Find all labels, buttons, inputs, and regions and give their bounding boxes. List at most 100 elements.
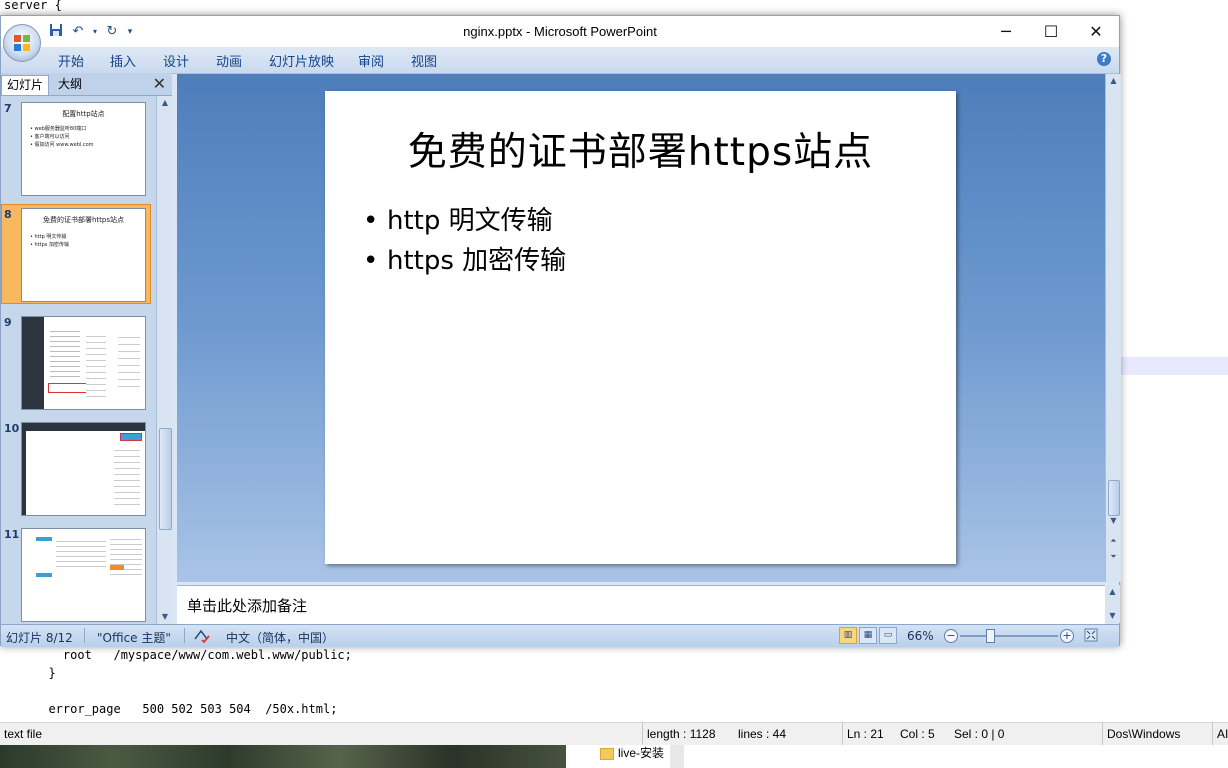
redo-icon[interactable]: ↻ [103, 23, 121, 41]
status-bar: 幻灯片 8/12 "Office 主题" 中文（简体，中国） ▥ ▦ ▭ 66%… [1, 624, 1119, 647]
code-line: } [34, 666, 56, 680]
scroll-down-icon[interactable]: ▼ [1106, 514, 1121, 528]
quick-access-toolbar: ↶ ▾ ↻ ▾ [47, 22, 135, 42]
notes-pane[interactable]: 单击此处添加备注 [177, 585, 1105, 624]
thumbnail-item[interactable]: 7 配置http站点 • web服务器监听80端口 • 客户端可以访问 • 假如… [1, 96, 156, 196]
thumbnail-number: 8 [4, 208, 12, 221]
scroll-up-icon[interactable]: ▲ [1105, 585, 1120, 599]
thumbnail-title: 配置http站点 [62, 110, 105, 118]
zoom-in-icon[interactable]: + [1060, 629, 1074, 643]
tab-home[interactable]: 开始 [58, 51, 84, 70]
pane-tabs: 幻灯片 大纲 ✕ [1, 73, 172, 96]
view-buttons: ▥ ▦ ▭ [839, 627, 897, 644]
tab-slides[interactable]: 幻灯片 [1, 75, 50, 95]
zoom-out-icon[interactable]: − [944, 629, 958, 643]
zoom-knob[interactable] [986, 629, 995, 643]
undo-dropdown-icon[interactable]: ▾ [91, 23, 99, 41]
thumbnail-number: 9 [4, 316, 12, 329]
slide-thumbnail: 免费的证书部署https站点 • http 明文传输 • https 加密传输 [21, 208, 146, 302]
encoding-indicator: AI [1212, 723, 1228, 746]
thumbnail-bullet: • web服务器监听80端口 [30, 126, 87, 132]
tab-slideshow[interactable]: 幻灯片放映 [269, 51, 334, 70]
tab-animations[interactable]: 动画 [216, 51, 242, 70]
slide-sorter-icon[interactable]: ▦ [859, 627, 877, 644]
ribbon-tabs: 开始 插入 设计 动画 幻灯片放映 审阅 视图 ? [1, 47, 1119, 74]
slide-bullet: • https 加密传输 [363, 246, 567, 276]
scroll-down-icon[interactable]: ▼ [157, 610, 173, 624]
thumbnail-item[interactable]: 10 [1, 416, 156, 516]
title-bar[interactable]: nginx.pptx - Microsoft PowerPoint ↶ ▾ ↻ … [1, 16, 1119, 47]
help-icon[interactable]: ? [1097, 52, 1111, 66]
maximize-button[interactable]: ☐ [1028, 16, 1074, 47]
thumbnail-bullet: • 客户端可以访问 [30, 134, 70, 140]
spell-check-icon[interactable] [193, 629, 211, 646]
next-slide-icon[interactable]: ⏷ [1106, 550, 1121, 564]
slideshow-view-icon[interactable]: ▭ [879, 627, 897, 644]
slide-bullet: • http 明文传输 [363, 206, 553, 236]
notes-placeholder: 单击此处添加备注 [187, 597, 308, 615]
selection-highlight [1120, 357, 1228, 375]
office-logo-icon [14, 35, 30, 51]
language-indicator[interactable]: 中文（简体，中国） [226, 629, 334, 646]
slide-thumbnail-screenshot [21, 528, 146, 622]
length-indicator: length : 1128 [642, 723, 716, 746]
line-indicator: Ln : 21 [842, 723, 884, 746]
previous-slide-icon[interactable]: ⏶ [1106, 534, 1121, 548]
thumbnail-item-selected[interactable]: 8 免费的证书部署https站点 • http 明文传输 • https 加密传… [1, 202, 156, 306]
office-button[interactable] [3, 24, 41, 62]
minimize-button[interactable]: ─ [983, 16, 1029, 47]
theme-name: "Office 主题" [97, 631, 171, 645]
desktop-panel [670, 745, 684, 768]
thumbnail-title: 免费的证书部署https站点 [42, 216, 125, 224]
tab-insert[interactable]: 插入 [110, 51, 136, 70]
selection-indicator: Sel : 0 | 0 [954, 727, 1005, 741]
slide-canvas[interactable]: 免费的证书部署https站点 • http 明文传输 • https 加密传输 [325, 91, 956, 564]
scroll-up-icon[interactable]: ▲ [157, 96, 173, 110]
editor-status-bar: text file length : 1128 lines : 44 Ln : … [0, 722, 1228, 746]
save-icon[interactable] [47, 23, 65, 41]
thumbnail-bullet: • http 明文传输 [30, 234, 67, 240]
thumbnail-number: 7 [4, 102, 12, 115]
scroll-thumb[interactable] [1108, 480, 1120, 516]
thumbnail-scrollbar[interactable]: ▲ ▼ [156, 96, 173, 625]
code-line: root /myspace/www/com.webl.www/public; [34, 648, 352, 662]
folder-icon [600, 747, 614, 760]
thumbnail-bullet: • 假如访问 www.webl.com [30, 142, 94, 148]
slide-bullet-list[interactable]: • http 明文传输 • https 加密传输 [363, 201, 566, 281]
desktop-folder[interactable]: live-安装 [600, 745, 664, 761]
thumbnail-list: 7 配置http站点 • web服务器监听80端口 • 客户端可以访问 • 假如… [1, 96, 156, 625]
zoom-level[interactable]: 66% [907, 629, 934, 643]
slide-title[interactable]: 免费的证书部署https站点 [325, 121, 956, 177]
code-line: error_page 500 502 503 504 /50x.html; [34, 702, 338, 716]
zoom-track[interactable] [960, 635, 1058, 637]
code-line: server { [4, 0, 62, 12]
tab-outline[interactable]: 大纲 [53, 75, 87, 94]
powerpoint-window: nginx.pptx - Microsoft PowerPoint ↶ ▾ ↻ … [0, 15, 1121, 647]
close-icon[interactable]: ✕ [153, 74, 166, 93]
undo-icon[interactable]: ↶ [69, 23, 87, 41]
scroll-thumb[interactable] [159, 428, 172, 530]
scroll-down-icon[interactable]: ▼ [1105, 609, 1120, 623]
fit-to-window-icon[interactable] [1084, 628, 1098, 645]
eol-indicator: Dos\Windows [1102, 723, 1180, 746]
zoom-slider[interactable]: − + [944, 629, 1074, 643]
slide-position: 幻灯片 8/12 [6, 631, 73, 645]
lines-indicator: lines : 44 [738, 727, 787, 741]
tab-view[interactable]: 视图 [411, 51, 437, 70]
desktop-area: live-安装 [0, 745, 1228, 768]
notes-scrollbar[interactable]: ▲ ▼ [1105, 585, 1120, 623]
thumbnail-item[interactable]: 11 [1, 522, 156, 622]
customize-qat-icon[interactable]: ▾ [125, 23, 135, 41]
file-type: text file [4, 727, 43, 741]
tab-design[interactable]: 设计 [163, 51, 189, 70]
slide-thumbnail-screenshot [21, 422, 146, 516]
close-button[interactable]: ✕ [1073, 16, 1119, 47]
slide-scrollbar[interactable]: ▲ ▼ ⏶ ⏷ [1105, 74, 1121, 582]
slide-editing-area: 免费的证书部署https站点 • http 明文传输 • https 加密传输 [177, 74, 1105, 582]
scroll-up-icon[interactable]: ▲ [1106, 74, 1121, 88]
slide-thumbnail: 配置http站点 • web服务器监听80端口 • 客户端可以访问 • 假如访问… [21, 102, 146, 196]
window-title: nginx.pptx - Microsoft PowerPoint [463, 24, 657, 39]
thumbnail-item[interactable]: 9 [1, 310, 156, 410]
tab-review[interactable]: 审阅 [358, 51, 384, 70]
normal-view-icon[interactable]: ▥ [839, 627, 857, 644]
